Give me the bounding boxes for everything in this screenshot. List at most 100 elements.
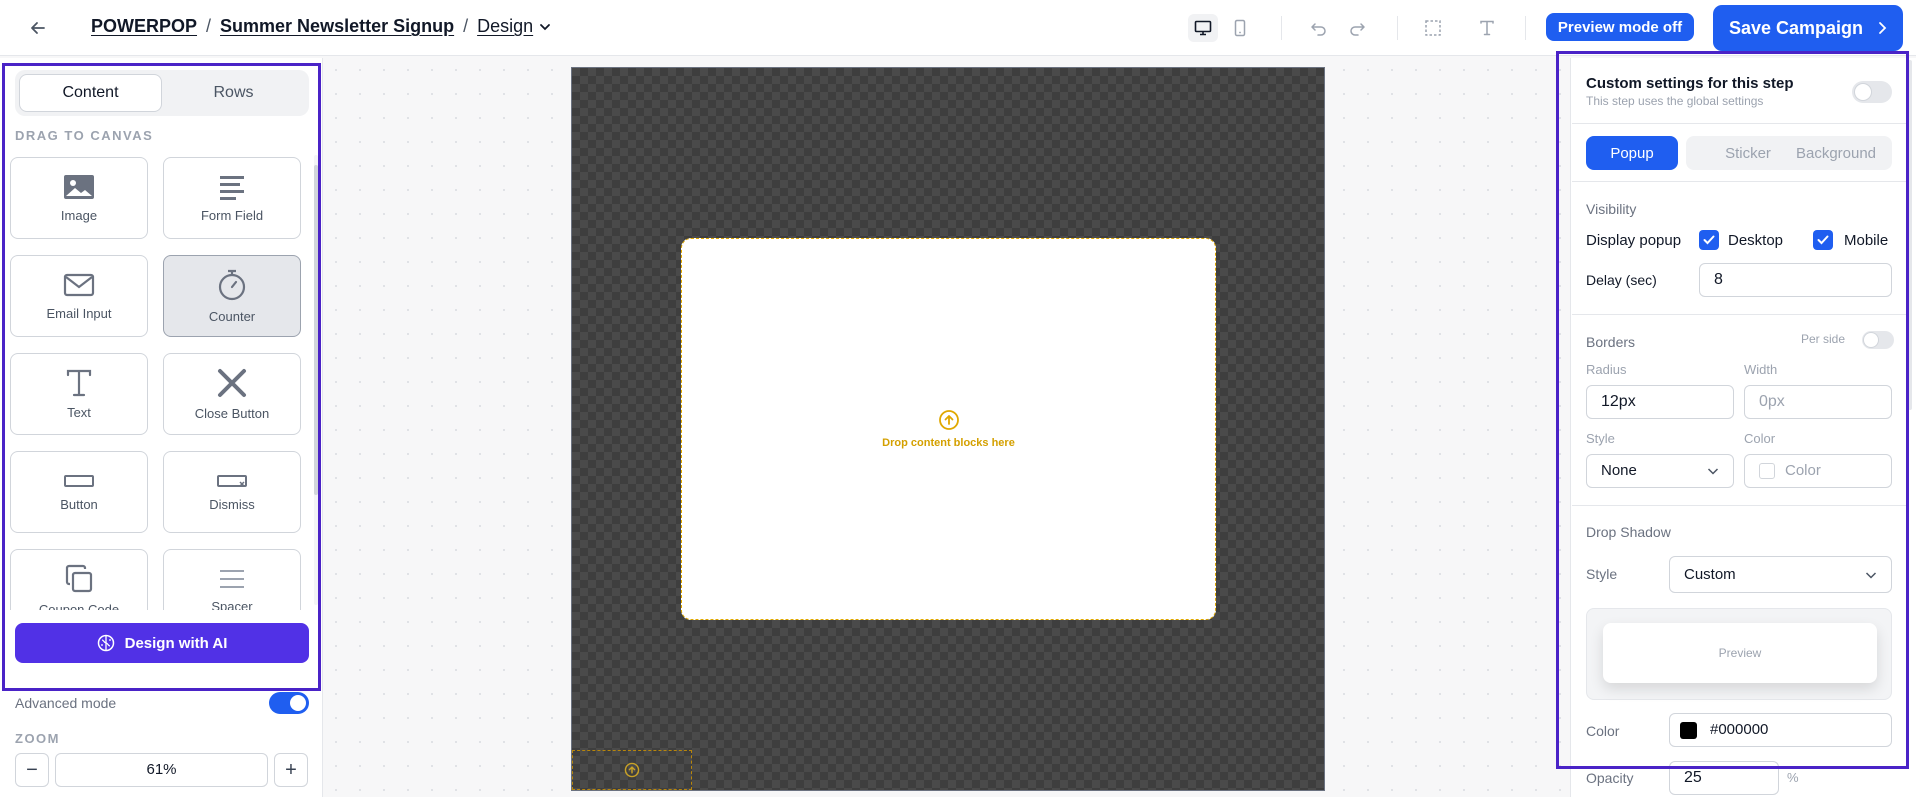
tab-content[interactable]: Content (19, 74, 162, 112)
breadcrumb-page[interactable]: Design (477, 16, 533, 37)
section-divider (1572, 123, 1906, 124)
border-style-label: Style (1586, 431, 1615, 446)
block-coupon-code[interactable]: Coupon Code (10, 549, 148, 610)
undo-button[interactable] (1304, 14, 1334, 42)
color-swatch (1680, 722, 1697, 739)
drop-hint-text: Drop content blocks here (882, 437, 1015, 449)
delay-input[interactable]: 8 (1699, 263, 1892, 297)
upload-arrow-icon (624, 762, 640, 778)
toggle-knob (1864, 333, 1878, 347)
top-bar: POWERPOP / Summer Newsletter Signup / De… (0, 0, 1916, 56)
right-panel-scrollbar[interactable] (1908, 60, 1912, 410)
text-tool-button[interactable] (1472, 14, 1502, 42)
shadow-color-value: #000000 (1710, 721, 1769, 738)
undo-icon (1311, 23, 1326, 36)
breadcrumb-brand[interactable]: POWERPOP (91, 16, 197, 37)
tab-rows[interactable]: Rows (162, 74, 305, 112)
border-color-input[interactable]: Color (1744, 454, 1892, 488)
shadow-preview-box: Preview (1586, 608, 1892, 700)
width-input[interactable]: 0px (1744, 385, 1892, 419)
toolbar-divider (1525, 16, 1526, 40)
desktop-view-button[interactable] (1188, 14, 1218, 42)
text-icon (1480, 20, 1494, 36)
mobile-icon (1234, 19, 1246, 37)
border-color-placeholder: Color (1785, 462, 1821, 479)
per-side-toggle[interactable] (1862, 331, 1894, 349)
block-dismiss[interactable]: Dismiss (163, 451, 301, 533)
advanced-mode-label: Advanced mode (15, 695, 117, 711)
back-button[interactable] (26, 16, 50, 40)
block-label: Email Input (46, 305, 112, 321)
desktop-icon (1194, 20, 1212, 36)
visibility-section-label: Visibility (1586, 201, 1637, 217)
popup-drop-zone[interactable]: Drop content blocks here (681, 238, 1216, 620)
block-email-input[interactable]: Email Input (10, 255, 148, 337)
shadow-style-select[interactable]: Custom (1669, 556, 1892, 593)
mobile-label: Mobile (1844, 232, 1889, 249)
mobile-checkbox[interactable] (1813, 230, 1833, 250)
content-rows-toggle: Content Rows (15, 70, 309, 116)
breadcrumb-separator: / (206, 16, 212, 36)
chevron-right-icon (1879, 22, 1887, 34)
breadcrumb-separator: / (463, 16, 469, 36)
tab-popup[interactable]: Popup (1586, 136, 1678, 170)
block-text[interactable]: Text (10, 353, 148, 435)
preview-mode-button[interactable]: Preview mode off (1546, 13, 1694, 41)
redo-icon (1350, 23, 1365, 36)
save-campaign-button[interactable]: Save Campaign (1713, 5, 1903, 51)
sticker-drop-zone[interactable] (572, 750, 692, 790)
block-spacer[interactable]: Spacer (163, 549, 301, 610)
custom-settings-title: Custom settings for this step (1586, 75, 1794, 92)
text-block-icon (66, 369, 92, 396)
border-color-label: Color (1744, 431, 1776, 446)
close-icon (218, 368, 246, 397)
breadcrumb-campaign[interactable]: Summer Newsletter Signup (220, 16, 454, 37)
breadcrumb: POWERPOP / Summer Newsletter Signup / De… (91, 16, 551, 37)
upload-arrow-icon (938, 410, 959, 430)
zoom-out-button[interactable]: − (15, 753, 49, 787)
redo-button[interactable] (1342, 14, 1372, 42)
radius-input[interactable]: 12px (1586, 385, 1734, 419)
mobile-view-button[interactable] (1225, 14, 1255, 42)
shadow-style-value: Custom (1684, 566, 1736, 583)
block-label: Counter (208, 308, 256, 324)
delay-label: Delay (sec) (1586, 272, 1657, 288)
desktop-label: Desktop (1728, 232, 1784, 249)
opacity-label: Opacity (1586, 770, 1634, 786)
image-icon (64, 174, 94, 199)
zoom-in-button[interactable]: + (274, 753, 308, 787)
border-style-select[interactable]: None (1586, 454, 1734, 488)
width-label: Width (1744, 362, 1778, 377)
select-tool-button[interactable] (1418, 14, 1448, 42)
scrollbar-thumb[interactable] (314, 165, 318, 495)
tab-background[interactable]: Background (1780, 136, 1892, 170)
chevron-down-icon (1865, 572, 1877, 579)
display-popup-label: Display popup (1586, 232, 1682, 249)
chevron-down-icon (1707, 468, 1719, 475)
dismiss-icon (217, 474, 247, 487)
block-image[interactable]: Image (10, 157, 148, 239)
toolbar-divider (1281, 16, 1282, 40)
opacity-input[interactable]: 25 (1669, 761, 1779, 795)
design-with-ai-button[interactable]: Design with AI (15, 623, 309, 663)
toggle-knob (1855, 84, 1871, 100)
block-button[interactable]: Button (10, 451, 148, 533)
block-grid-scrollbar[interactable] (314, 155, 318, 605)
desktop-checkbox[interactable] (1699, 230, 1719, 250)
chevron-down-icon[interactable] (539, 21, 551, 33)
zoom-label: ZOOM (15, 731, 60, 746)
block-form-field[interactable]: Form Field (163, 157, 301, 239)
custom-settings-toggle[interactable] (1852, 81, 1892, 103)
block-grid: Image Form Field Email Input Counter Tex… (10, 155, 310, 610)
block-label: Coupon Code (38, 601, 120, 611)
design-with-ai-label: Design with AI (124, 634, 228, 652)
section-divider (1572, 314, 1906, 315)
block-counter[interactable]: Counter (163, 255, 301, 337)
block-label: Close Button (194, 405, 270, 421)
block-label: Form Field (200, 207, 264, 223)
block-close-button[interactable]: Close Button (163, 353, 301, 435)
advanced-mode-toggle[interactable] (269, 692, 309, 714)
save-campaign-label: Save Campaign (1728, 17, 1864, 38)
zoom-value[interactable]: 61% (55, 753, 268, 787)
shadow-color-input[interactable]: #000000 (1669, 713, 1892, 747)
